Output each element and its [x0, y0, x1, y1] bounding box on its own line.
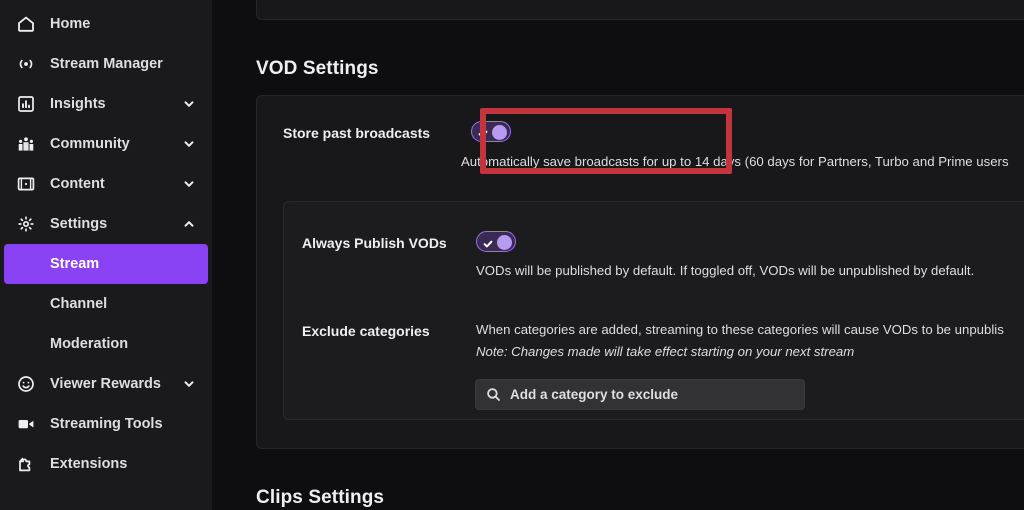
sidebar-item-viewer-rewards[interactable]: Viewer Rewards: [4, 364, 208, 404]
sidebar-item-content[interactable]: Content: [4, 164, 208, 204]
sidebar-item-label: Insights: [50, 96, 106, 112]
sidebar-subitem-label: Channel: [50, 296, 108, 312]
vod-settings-heading: VOD Settings: [256, 58, 379, 79]
sidebar-item-channel[interactable]: Channel: [4, 284, 208, 324]
toggle-knob: [492, 125, 507, 140]
smiley-icon: [16, 374, 36, 394]
store-past-broadcasts-description: Automatically save broadcasts for up to …: [461, 154, 1009, 169]
sidebar-item-insights[interactable]: Insights: [4, 84, 208, 124]
chevron-down-icon[interactable]: [182, 177, 196, 191]
sidebar-item-label: Extensions: [50, 456, 128, 472]
check-icon: [483, 236, 493, 248]
sidebar-item-home[interactable]: Home: [4, 4, 208, 44]
sidebar-subitem-label: Moderation: [50, 336, 129, 352]
sidebar-subitem-label: Stream: [50, 256, 100, 272]
sidebar-item-label: Stream Manager: [50, 56, 163, 72]
vod-settings-card: Store past broadcasts Automatically save…: [256, 95, 1024, 449]
sidebar-item-extensions[interactable]: Extensions: [4, 444, 208, 484]
sidebar-item-label: Viewer Rewards: [50, 376, 161, 392]
chart-icon: [16, 94, 36, 114]
sidebar-item-label: Content: [50, 176, 105, 192]
broadcast-icon: [16, 54, 36, 74]
gear-icon: [16, 214, 36, 234]
camcorder-icon: [16, 414, 36, 434]
chevron-down-icon[interactable]: [182, 97, 196, 111]
exclude-category-search-field[interactable]: Add a category to exclude: [475, 379, 805, 410]
sidebar-item-stream[interactable]: Stream: [4, 244, 208, 284]
sidebar-item-streaming-tools[interactable]: Streaming Tools: [4, 404, 208, 444]
always-publish-vods-label: Always Publish VODs: [302, 235, 447, 251]
sidebar-item-label: Home: [50, 16, 91, 32]
store-past-broadcasts-toggle[interactable]: [471, 121, 511, 142]
toggle-knob: [497, 235, 512, 250]
twitch-creator-dashboard: Home Stream Manager Insights Community C…: [0, 0, 1024, 510]
chevron-down-icon[interactable]: [182, 377, 196, 391]
previous-settings-card: [256, 0, 1024, 20]
sidebar-item-label: Settings: [50, 216, 108, 232]
always-publish-vods-description: VODs will be published by default. If to…: [476, 263, 975, 278]
sidebar-item-label: Community: [50, 136, 130, 152]
always-publish-vods-toggle[interactable]: [476, 231, 516, 252]
sidebar-item-moderation[interactable]: Moderation: [4, 324, 208, 364]
exclude-category-search-placeholder: Add a category to exclude: [510, 387, 679, 402]
chevron-up-icon[interactable]: [182, 217, 196, 231]
store-past-broadcasts-label: Store past broadcasts: [283, 125, 431, 141]
sidebar-item-settings[interactable]: Settings: [4, 204, 208, 244]
sidebar-item-stream-manager[interactable]: Stream Manager: [4, 44, 208, 84]
puzzle-icon: [16, 454, 36, 474]
chevron-down-icon[interactable]: [182, 137, 196, 151]
exclude-categories-note: Note: Changes made will take effect star…: [476, 344, 855, 359]
video-frame-icon: [16, 174, 36, 194]
sidebar-navigation: Home Stream Manager Insights Community C…: [0, 0, 212, 510]
check-icon: [478, 126, 488, 138]
exclude-categories-description: When categories are added, streaming to …: [476, 322, 1004, 337]
sidebar-item-label: Streaming Tools: [50, 416, 163, 432]
exclude-categories-label: Exclude categories: [302, 323, 430, 339]
clips-settings-heading: Clips Settings: [256, 487, 385, 508]
sidebar-item-community[interactable]: Community: [4, 124, 208, 164]
people-icon: [16, 134, 36, 154]
search-icon: [486, 387, 501, 402]
settings-content-panel: VOD Settings Store past broadcasts Autom…: [212, 0, 1024, 510]
home-icon: [16, 14, 36, 34]
